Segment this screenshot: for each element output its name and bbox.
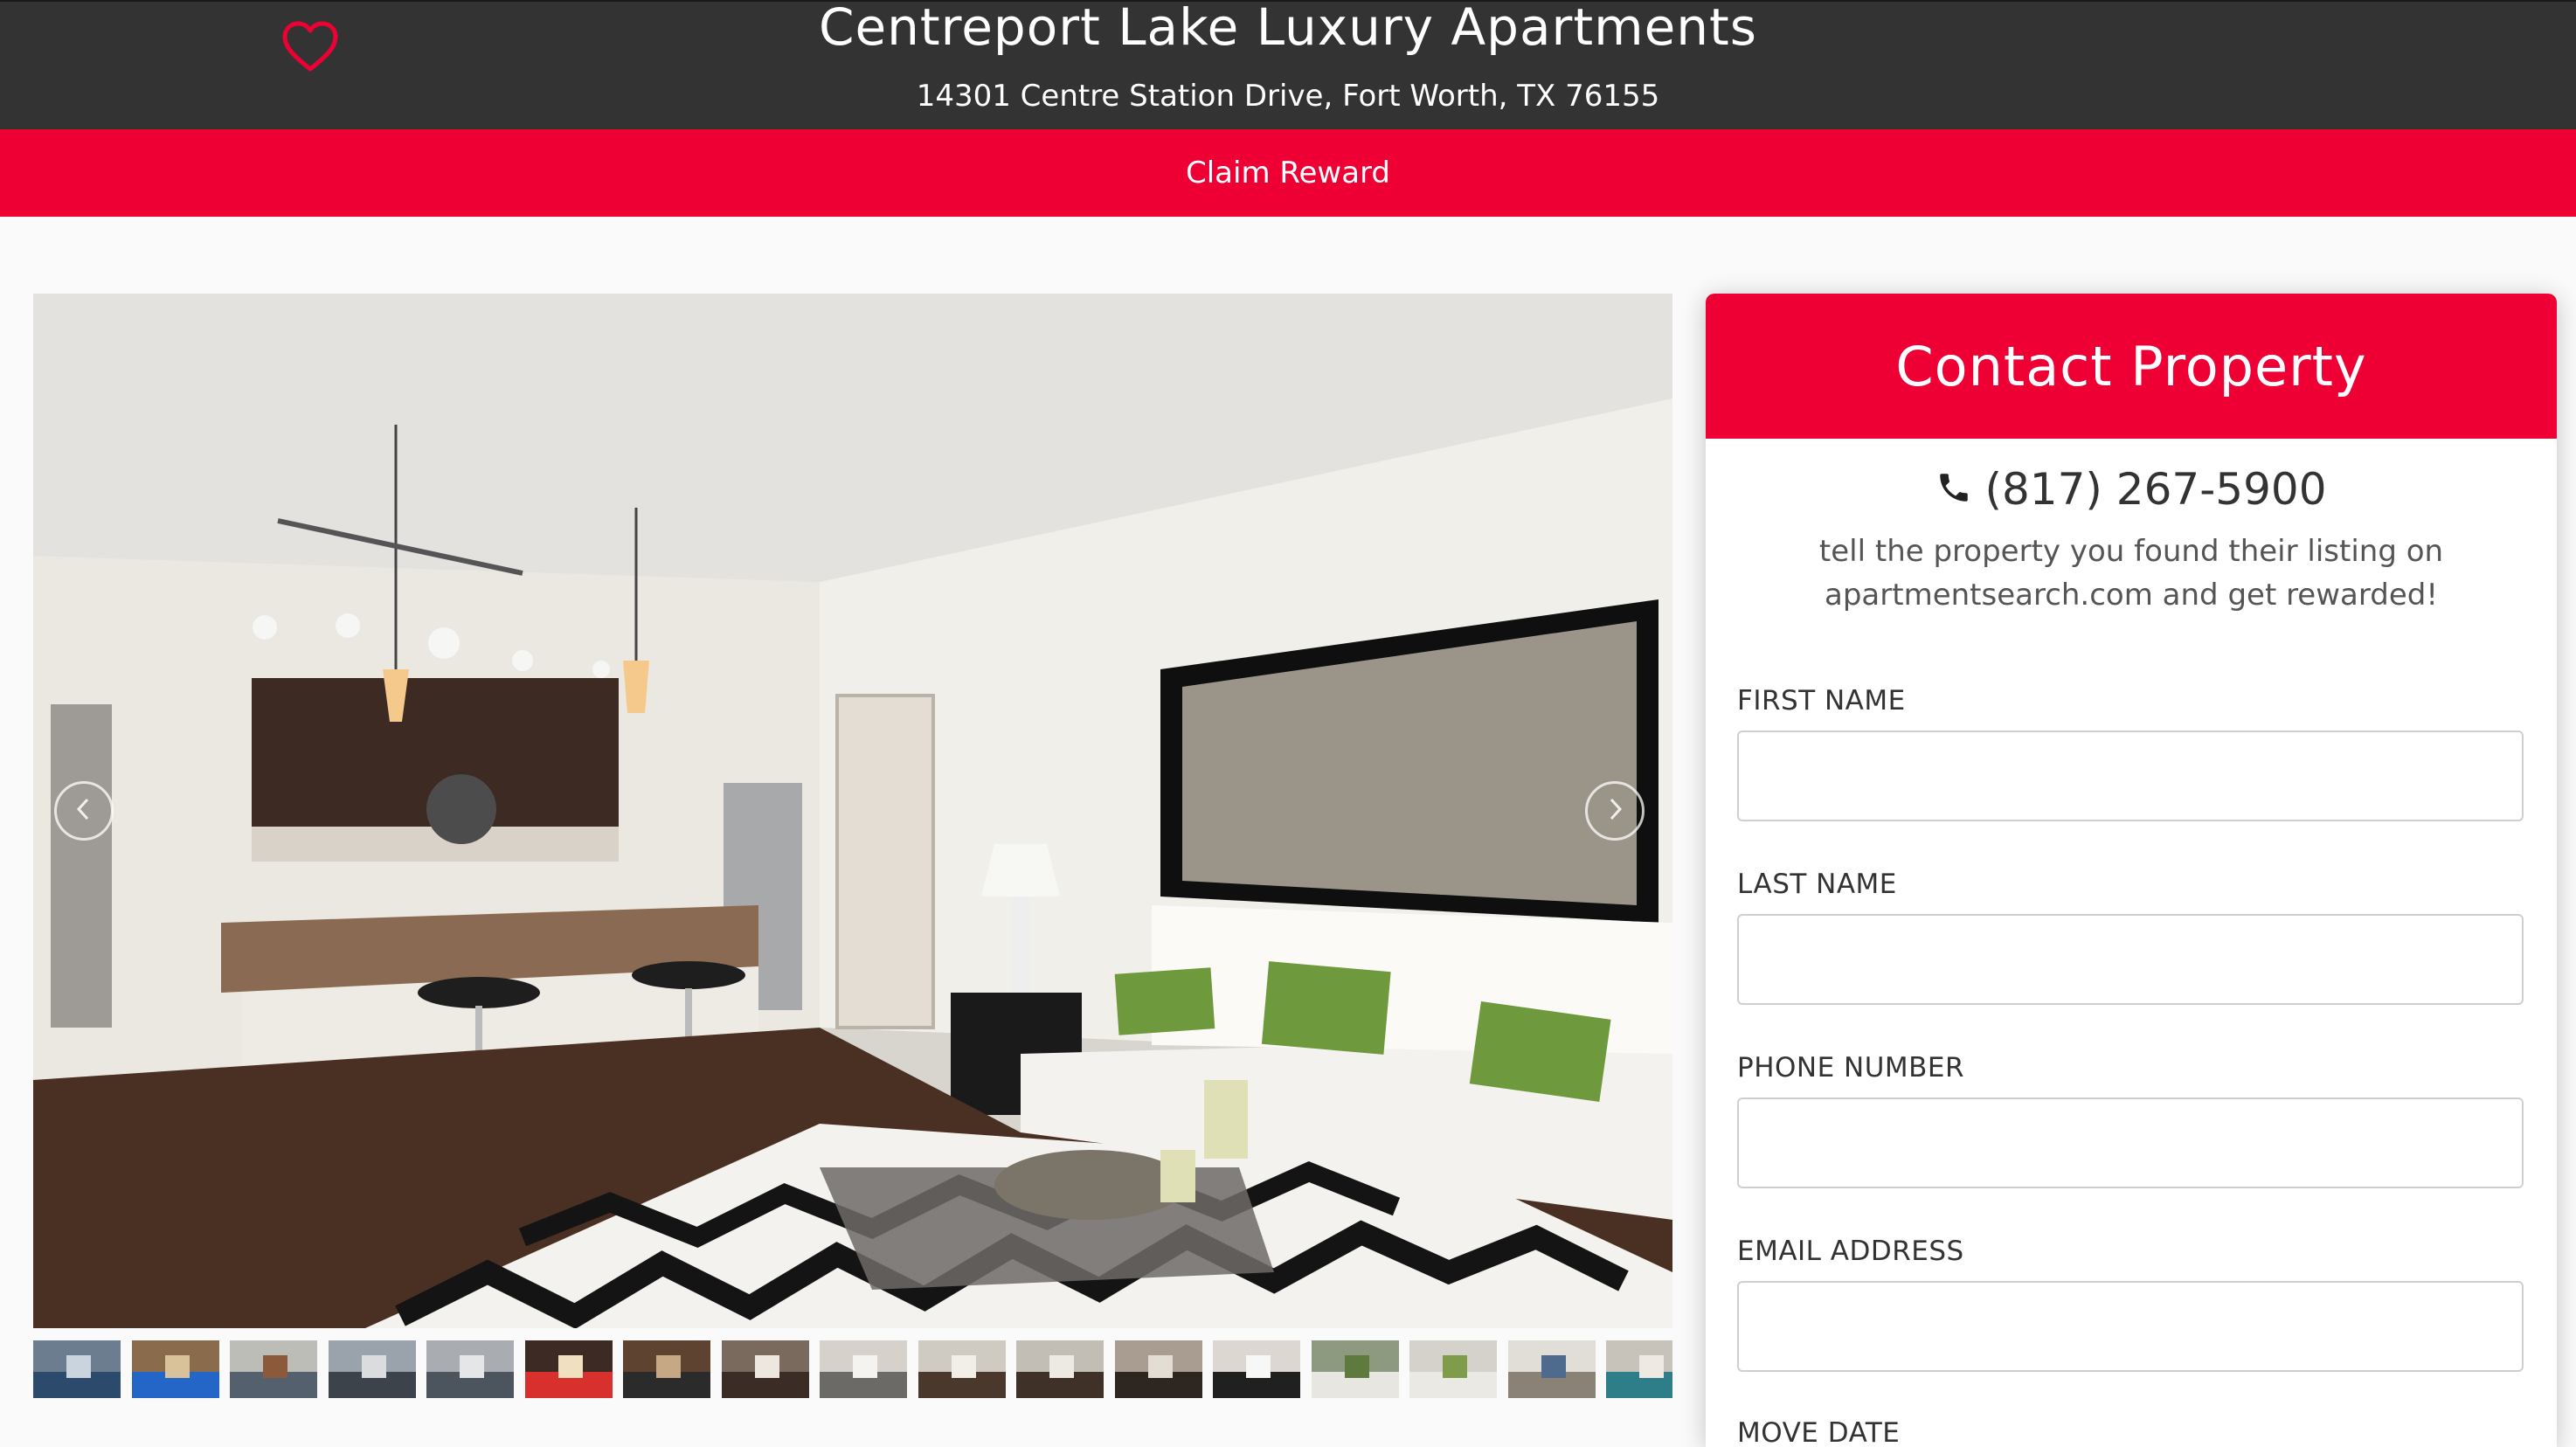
gallery-thumbnail[interactable] (1311, 1340, 1399, 1398)
email-address-input[interactable] (1737, 1281, 2524, 1372)
contact-property-card: Contact Property (817) 267-5900 tell the… (1706, 294, 2557, 1447)
phone-number-label: PHONE NUMBER (1737, 1052, 1965, 1084)
claim-reward-link[interactable]: Claim Reward (1186, 156, 1390, 190)
gallery-thumbnail[interactable] (820, 1340, 907, 1398)
gallery-thumbnail[interactable] (230, 1340, 317, 1398)
gallery-thumbnail[interactable] (328, 1340, 416, 1398)
contact-card-title: Contact Property (1895, 334, 2367, 398)
email-address-label: EMAIL ADDRESS (1737, 1236, 1964, 1267)
contact-card-header: Contact Property (1706, 294, 2557, 439)
property-header: Centreport Lake Luxury Apartments 14301 … (0, 0, 2576, 129)
gallery-thumbnail[interactable] (1016, 1340, 1104, 1398)
gallery-thumbnail[interactable] (1606, 1340, 1672, 1398)
gallery-next-button[interactable] (1585, 781, 1645, 841)
last-name-input[interactable] (1737, 914, 2524, 1005)
gallery-thumbnail[interactable] (918, 1340, 1006, 1398)
gallery-thumbnail[interactable] (426, 1340, 514, 1398)
gallery-thumbnail[interactable] (721, 1340, 809, 1398)
phone-icon (1935, 469, 1972, 509)
first-name-input[interactable] (1737, 730, 2524, 821)
first-name-label: FIRST NAME (1737, 685, 1906, 717)
gallery-thumbnail[interactable] (1507, 1340, 1596, 1398)
main-photo (33, 294, 1672, 1328)
phone-number: (817) 267-5900 (1984, 464, 2327, 515)
thumbnail-strip (33, 1340, 1672, 1398)
property-address: 14301 Centre Station Drive, Fort Worth, … (916, 79, 1660, 114)
chevron-right-icon (1604, 796, 1625, 826)
phone-number-input[interactable] (1737, 1097, 2524, 1188)
gallery-thumbnail[interactable] (623, 1340, 710, 1398)
move-date-label: MOVE DATE (1737, 1417, 1901, 1447)
gallery-thumbnail[interactable] (1409, 1340, 1497, 1398)
gallery-thumbnail[interactable] (524, 1340, 613, 1398)
claim-reward-bar: Claim Reward (0, 129, 2576, 217)
gallery-thumbnail[interactable] (131, 1340, 219, 1398)
property-title: Centreport Lake Luxury Apartments (818, 0, 1758, 57)
photo-gallery (33, 294, 1672, 1328)
reward-message: tell the property you found their listin… (1818, 534, 2444, 613)
chevron-left-icon (73, 796, 94, 826)
last-name-label: LAST NAME (1737, 869, 1897, 900)
gallery-thumbnail[interactable] (33, 1340, 121, 1398)
gallery-thumbnail[interactable] (1114, 1340, 1202, 1398)
gallery-thumbnail[interactable] (1213, 1340, 1300, 1398)
gallery-prev-button[interactable] (54, 781, 114, 841)
phone-link[interactable]: (817) 267-5900 (1706, 456, 2557, 523)
